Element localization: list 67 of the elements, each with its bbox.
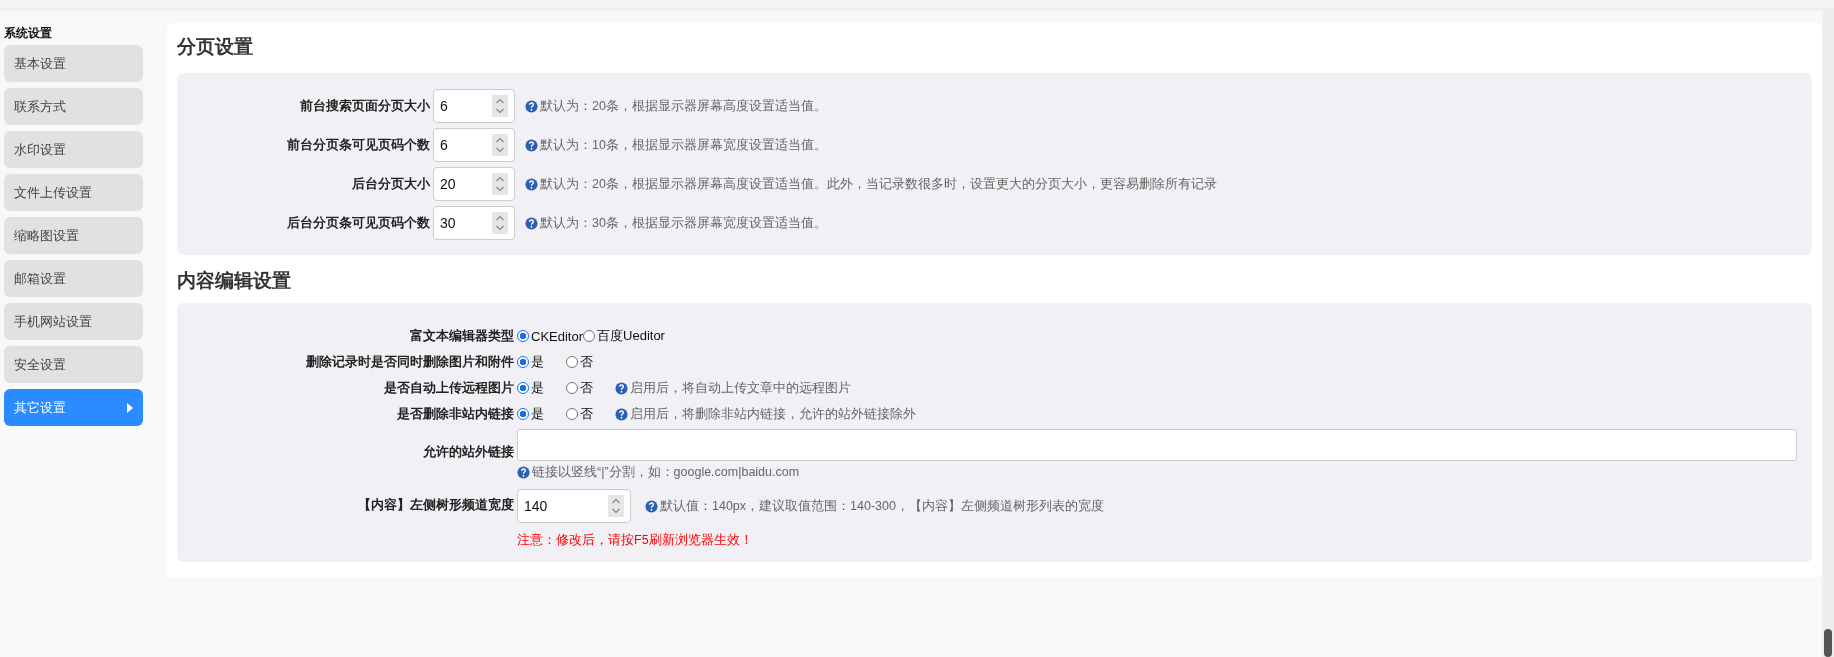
radio-option[interactable]: 是 bbox=[517, 405, 566, 423]
sidebar-item[interactable]: 联系方式 bbox=[4, 88, 143, 125]
field-label: 前台分页条可见页码个数 bbox=[286, 136, 430, 154]
radio-button[interactable] bbox=[517, 408, 529, 420]
field-label: 是否删除非站内链接 bbox=[396, 405, 514, 423]
spinner-icon bbox=[608, 495, 624, 517]
help-text: 启用后，将删除非站内链接，允许的站外链接除外 bbox=[630, 405, 916, 423]
radio-option[interactable]: 百度Ueditor bbox=[583, 327, 665, 345]
field-label: 【内容】左侧树形频道宽度 bbox=[357, 496, 514, 514]
sidebar-item[interactable]: 缩略图设置 bbox=[4, 217, 143, 254]
number-field[interactable]: 6 bbox=[433, 89, 515, 123]
sidebar-item[interactable]: 邮箱设置 bbox=[4, 260, 143, 297]
radio-option[interactable]: 否 bbox=[566, 405, 615, 423]
radio-option[interactable]: 否 bbox=[566, 353, 615, 371]
field-label: 后台分页大小 bbox=[351, 175, 430, 193]
field-label: 允许的站外链接 bbox=[422, 444, 514, 461]
link-input-field[interactable] bbox=[517, 429, 1797, 461]
sidebar-item[interactable]: 水印设置 bbox=[4, 131, 143, 168]
spinner-icon bbox=[492, 134, 508, 156]
radio-option[interactable]: 是 bbox=[517, 353, 566, 371]
section-title: 分页设置 bbox=[177, 35, 254, 59]
spinner-icon bbox=[492, 95, 508, 117]
number-field[interactable]: 140 bbox=[517, 489, 631, 523]
field-label: 删除记录时是否同时删除图片和附件 bbox=[305, 353, 514, 371]
radio-option[interactable]: CKEditor bbox=[517, 328, 584, 344]
help-text: 默认值：140px，建议取值范围：140-300，【内容】左侧频道树形列表的宽度 bbox=[660, 497, 1104, 515]
spinner-icon bbox=[492, 212, 508, 234]
radio-button[interactable] bbox=[566, 382, 578, 394]
sidebar-title: 系统设置 bbox=[4, 25, 53, 40]
field-label: 前台搜索页面分页大小 bbox=[299, 97, 430, 115]
scrollbar-thumb[interactable] bbox=[1824, 629, 1832, 657]
field-label: 是否自动上传远程图片 bbox=[383, 379, 514, 397]
field-label: 富文本编辑器类型 bbox=[409, 327, 514, 345]
help-text: 默认为：20条，根据显示器屏幕高度设置适当值。 bbox=[540, 97, 827, 115]
radio-button[interactable] bbox=[517, 330, 529, 342]
sidebar-item[interactable]: 手机网站设置 bbox=[4, 303, 143, 340]
field-label: 后台分页条可见页码个数 bbox=[286, 214, 430, 232]
caret-icon bbox=[127, 402, 133, 413]
radio-button[interactable] bbox=[566, 356, 578, 368]
radio-button[interactable] bbox=[583, 330, 596, 342]
section-title: 内容编辑设置 bbox=[177, 269, 292, 293]
notice-text: 注意：修改后，请按F5刷新浏览器生效！ bbox=[517, 532, 754, 549]
help-text: 默认为：20条，根据显示器屏幕高度设置适当值。此外，当记录数很多时，设置更大的分页大小，更容易删除所有记录 bbox=[540, 175, 1217, 193]
help-text: 默认为：10条，根据显示器屏幕宽度设置适当值。 bbox=[540, 136, 827, 154]
help-icon bbox=[615, 381, 628, 395]
sidebar-item[interactable]: 文件上传设置 bbox=[4, 174, 143, 211]
help-text: 启用后，将自动上传文章中的远程图片 bbox=[630, 379, 851, 397]
radio-option[interactable]: 否 bbox=[566, 379, 615, 397]
radio-option[interactable]: 是 bbox=[517, 379, 566, 397]
help-icon bbox=[525, 138, 538, 152]
help-icon bbox=[517, 466, 530, 479]
help-icon bbox=[525, 216, 538, 230]
number-field[interactable]: 20 bbox=[433, 167, 515, 201]
radio-button[interactable] bbox=[517, 356, 529, 368]
help-icon bbox=[645, 499, 658, 513]
number-field[interactable]: 30 bbox=[433, 206, 515, 240]
help-icon bbox=[615, 407, 628, 421]
radio-button[interactable] bbox=[566, 408, 578, 420]
radio-button[interactable] bbox=[517, 382, 529, 394]
help-text: 默认为：30条，根据显示器屏幕宽度设置适当值。 bbox=[540, 214, 827, 232]
spinner-icon bbox=[492, 173, 508, 195]
help-text: 链接以竖线“|”分割，如：google.com|baidu.com bbox=[532, 464, 800, 481]
number-field[interactable]: 6 bbox=[433, 128, 515, 162]
sidebar-item[interactable]: 基本设置 bbox=[4, 45, 143, 82]
help-icon bbox=[525, 99, 538, 113]
help-icon bbox=[525, 177, 538, 191]
sidebar-item[interactable]: 安全设置 bbox=[4, 346, 143, 383]
